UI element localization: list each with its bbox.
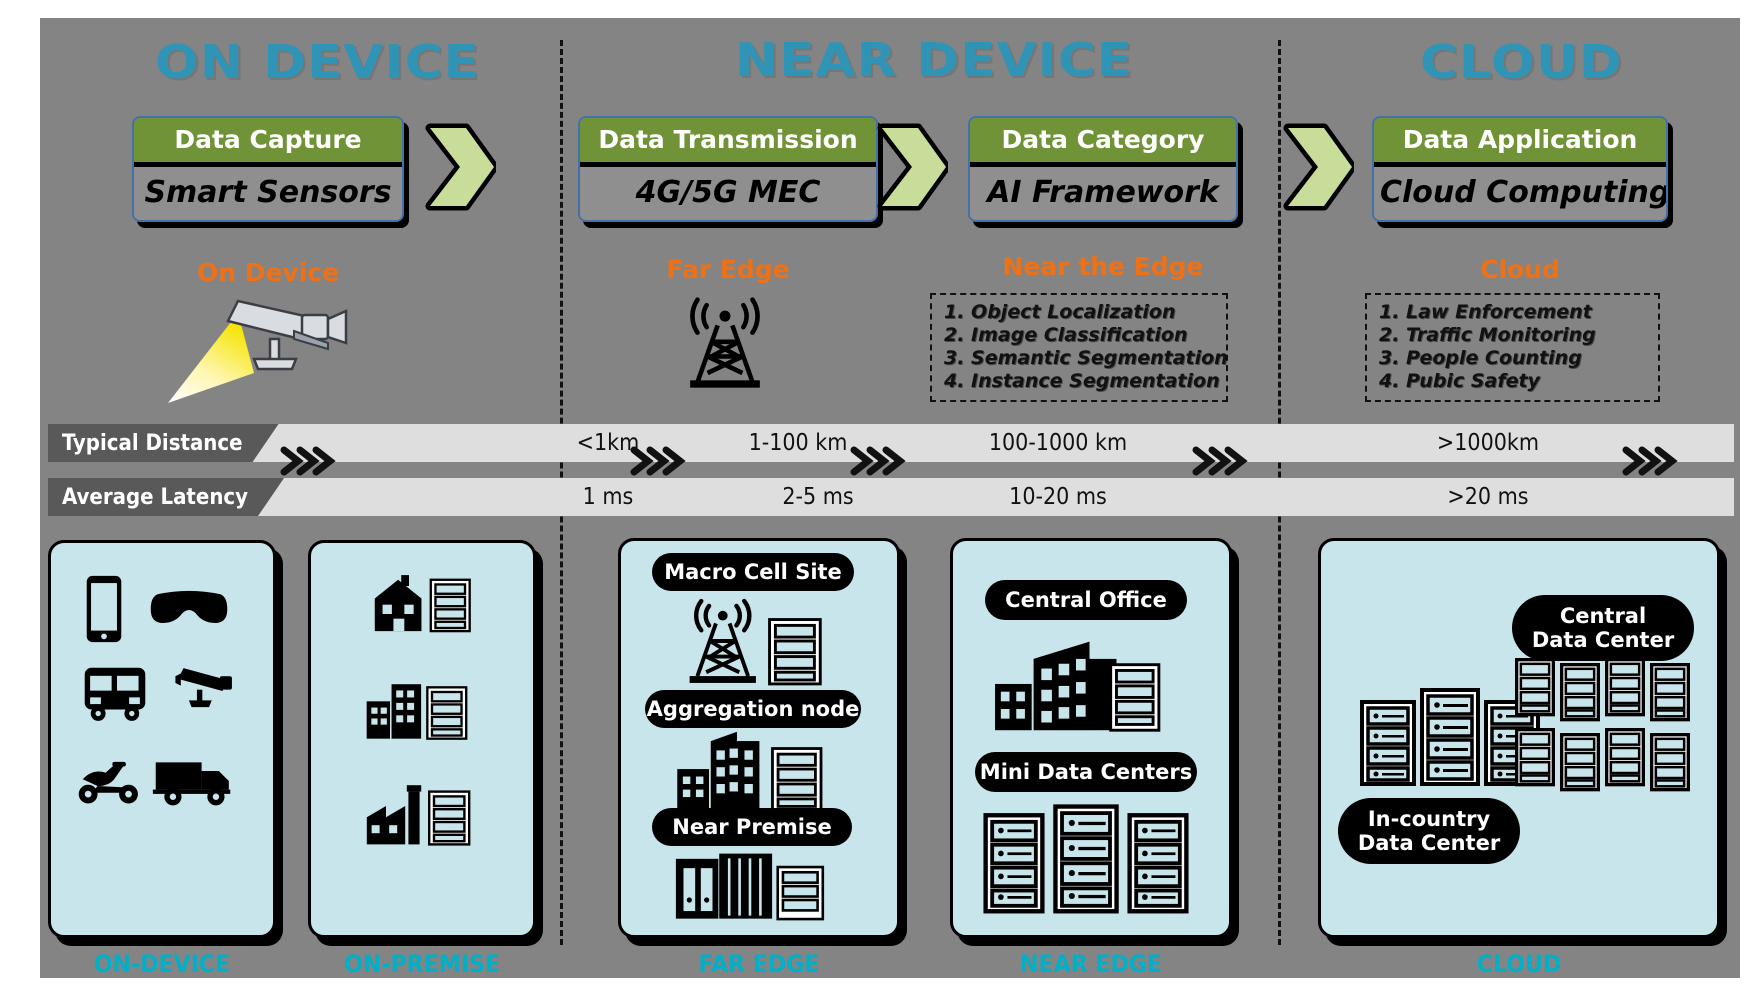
cell-tower-server-icon <box>689 598 822 686</box>
metric-row-average-latency: Average Latency 1 ms 2-5 ms 10-20 ms >20… <box>48 478 1734 516</box>
metric-value-distance-regional: 100-1000 km <box>988 430 1128 456</box>
task-item: 4. Pubic Safety <box>1379 370 1540 392</box>
sublabel-near-the-edge: Near the Edge <box>1002 252 1204 281</box>
pill-near-premise: Near Premise <box>652 808 852 846</box>
stage-card-data-application[interactable]: Data Application Cloud Computing <box>1372 116 1668 222</box>
cctv-camera-light-icon <box>168 299 348 403</box>
stage-header-data-application: Data Application <box>1374 118 1666 167</box>
chevrons-distance-1 <box>280 446 336 476</box>
panel-caption-near-edge: NEAR EDGE <box>1020 950 1162 978</box>
datacenter-grid-icon <box>1515 658 1690 792</box>
stage-card-data-category[interactable]: Data Category AI Framework <box>968 116 1238 222</box>
metric-value-distance-cloud: >1000km <box>1436 430 1540 456</box>
task-item: 2. Traffic Monitoring <box>1379 324 1596 346</box>
stage-header-data-category: Data Category <box>970 118 1236 167</box>
panel-caption-cloud: CLOUD <box>1476 950 1562 978</box>
sublabel-cloud: Cloud <box>1480 255 1560 284</box>
sublabel-on-device: On Device <box>196 258 340 287</box>
chevron-arrow-1 <box>425 123 496 211</box>
container-server-icon <box>675 853 825 921</box>
pill-mini-data-centers: Mini Data Centers <box>975 752 1197 792</box>
metric-label-average-latency: Average Latency <box>48 478 284 516</box>
metric-value-latency-cloud: >20 ms <box>1447 484 1529 510</box>
panel-caption-on-device: ON-DEVICE <box>93 950 231 978</box>
metric-value-latency-far-edge: 1 ms <box>582 484 634 510</box>
pill-in-country-data-center: In-country Data Center <box>1338 798 1520 864</box>
stage-card-data-transmission[interactable]: Data Transmission 4G/5G MEC <box>578 116 878 222</box>
office-building-server-icon <box>677 731 823 812</box>
cell-tower-icon <box>690 297 760 388</box>
pill-macro-cell-site: Macro Cell Site <box>652 553 854 591</box>
chevrons-distance-2 <box>630 446 686 476</box>
cctv-camera-icon <box>175 668 232 708</box>
pill-central-office: Central Office <box>985 580 1187 620</box>
chevrons-distance-3 <box>850 446 906 476</box>
task-list-near-edge: 1. Object Localization 2. Image Classifi… <box>930 293 1228 402</box>
stage-body-data-application: Cloud Computing <box>1380 175 1668 210</box>
chevron-arrow-3 <box>1283 123 1354 211</box>
server-racks-icon <box>983 804 1189 914</box>
section-title-cloud: CLOUD <box>1420 35 1623 89</box>
stage-header-data-transmission: Data Transmission <box>580 118 876 167</box>
metric-label-typical-distance: Typical Distance <box>48 424 279 462</box>
chevrons-distance-5 <box>1622 446 1678 476</box>
chevron-arrow-2 <box>877 123 948 211</box>
panel-caption-far-edge: FAR EDGE <box>698 950 820 978</box>
stage-card-data-capture[interactable]: Data Capture Smart Sensors <box>132 116 404 222</box>
chevrons-distance-4 <box>1192 446 1248 476</box>
task-item: 4. Instance Segmentation <box>944 370 1220 392</box>
smartphone-icon <box>86 575 122 643</box>
stage-body-data-category: AI Framework <box>987 175 1219 210</box>
section-title-on-device: ON DEVICE <box>155 35 480 89</box>
scooter-icon <box>78 761 138 804</box>
task-item: 1. Object Localization <box>944 301 1176 323</box>
pill-aggregation-node: Aggregation node <box>645 690 861 728</box>
metric-value-latency-near-edge: 2-5 ms <box>782 484 854 510</box>
task-item: 1. Law Enforcement <box>1379 301 1592 323</box>
task-item: 2. Image Classification <box>944 324 1188 346</box>
diagram-root: ON DEVICE NEAR DEVICE CLOUD Data Capture… <box>0 0 1749 1008</box>
vr-headset-icon <box>150 590 228 623</box>
bus-icon <box>84 667 146 721</box>
panel-caption-on-premise: ON-PREMISE <box>344 950 500 978</box>
section-title-near-device: NEAR DEVICE <box>735 33 1134 87</box>
stage-header-data-capture: Data Capture <box>134 118 402 167</box>
sublabel-far-edge: Far Edge <box>666 255 790 284</box>
stage-body-data-transmission: 4G/5G MEC <box>635 175 821 210</box>
truck-icon <box>152 762 231 806</box>
office-server-icon <box>366 684 468 740</box>
house-server-icon <box>374 575 471 633</box>
task-item: 3. Semantic Segmentation <box>944 347 1228 369</box>
office-buildings-server-icon <box>995 641 1161 732</box>
stage-body-data-capture: Smart Sensors <box>144 175 392 210</box>
task-list-cloud: 1. Law Enforcement 2. Traffic Monitoring… <box>1365 293 1660 402</box>
metric-value-latency-regional: 10-20 ms <box>1009 484 1107 510</box>
factory-server-icon <box>366 785 471 846</box>
task-item: 3. People Counting <box>1379 347 1582 369</box>
